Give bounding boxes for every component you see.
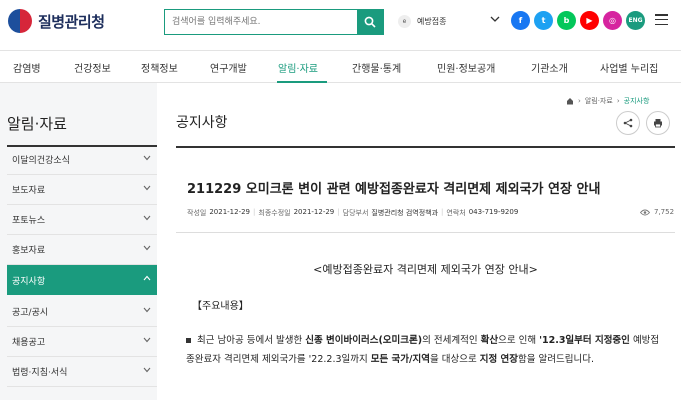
home-icon[interactable] — [566, 97, 574, 105]
nav-item[interactable]: 정책정보 — [141, 60, 178, 75]
nav-item[interactable]: 연구개발 — [210, 60, 247, 75]
share-icon — [623, 118, 633, 128]
site-select-dropdown[interactable]: e 예방접종 — [398, 9, 502, 33]
meta-label: 작성일 — [187, 209, 207, 217]
chevron-down-icon — [143, 245, 151, 251]
print-button[interactable] — [646, 111, 670, 135]
side-nav-item[interactable]: 포토뉴스 — [7, 205, 157, 235]
side-nav: 알림·자료 이달의건강소식 보도자료 포토뉴스 홍보자료 공지사항 공고/공시 … — [0, 83, 157, 400]
side-nav-item[interactable]: 보도자료 — [7, 175, 157, 205]
search-box — [164, 9, 384, 35]
blog-icon[interactable]: b — [557, 11, 576, 30]
facebook-icon[interactable]: f — [511, 11, 530, 30]
side-nav-item[interactable]: 이달의건강소식 — [7, 145, 157, 175]
chevron-down-icon — [143, 367, 151, 373]
twitter-icon[interactable]: t — [534, 11, 553, 30]
taegeuk-logo-icon — [8, 9, 32, 33]
summary-label: 【주요내용】 — [192, 301, 249, 312]
social-links: f t b ▶ ◎ ENG — [511, 11, 645, 30]
hamburger-menu-icon[interactable] — [655, 14, 668, 25]
meta-label: 연락처 — [446, 209, 466, 217]
meta-label: 담당부서 — [342, 209, 369, 217]
nav-item-active[interactable]: 알림·자료 — [278, 60, 318, 75]
eye-icon — [640, 209, 650, 215]
side-nav-label: 채용공고 — [12, 338, 46, 348]
side-nav-label: 보도자료 — [12, 186, 46, 196]
side-nav-item-active[interactable]: 공지사항 — [7, 265, 157, 295]
side-nav-item[interactable]: 홍보자료 — [7, 235, 157, 265]
side-nav-label: 공지사항 — [12, 276, 46, 287]
side-nav-label: 법령·지침·서식 — [12, 368, 68, 378]
side-nav-label: 홍보자료 — [12, 246, 46, 256]
page-title: 공지사항 — [176, 115, 228, 131]
side-nav-item[interactable]: 법령·지침·서식 — [7, 357, 157, 387]
chevron-down-icon — [143, 155, 151, 161]
nav-item[interactable]: 간행물·통계 — [352, 60, 401, 75]
side-nav-label: 공고/공시 — [12, 308, 49, 318]
chevron-up-icon — [143, 275, 151, 281]
breadcrumb: › 알림·자료 › 공지사항 — [566, 96, 649, 106]
chevron-down-icon — [143, 215, 151, 221]
nav-item[interactable]: 기관소개 — [531, 60, 568, 75]
site-logo[interactable]: 질병관리청 — [8, 9, 105, 33]
nav-item[interactable]: 사업별 누리집 — [600, 60, 658, 75]
notice-heading: <예방접종완료자 격리면제 제외국가 연장 안내> — [313, 263, 538, 276]
meta-dept: 질병관리청 검역정책과 — [371, 209, 439, 217]
breadcrumb-separator: › — [616, 97, 620, 105]
instagram-icon[interactable]: ◎ — [603, 11, 622, 30]
nav-item[interactable]: 감염병 — [13, 60, 41, 75]
breadcrumb-current[interactable]: 공지사항 — [624, 96, 650, 106]
meta-created: 2021-12-29 — [209, 208, 251, 216]
share-button[interactable] — [616, 111, 640, 135]
search-icon — [364, 16, 376, 28]
search-button[interactable] — [357, 10, 383, 34]
chevron-down-icon — [143, 337, 151, 343]
chevron-down-icon — [143, 307, 151, 313]
eng-button[interactable]: ENG — [626, 11, 645, 30]
breadcrumb-separator: › — [578, 97, 581, 105]
breadcrumb-item[interactable]: 알림·자료 — [585, 96, 613, 106]
view-count: 7,752 — [640, 208, 674, 216]
nav-active-indicator — [277, 81, 327, 83]
nav-item[interactable]: 민원·정보공개 — [437, 60, 495, 75]
meta-modified: 2021-12-29 — [293, 208, 335, 216]
site-select-icon: e — [398, 14, 411, 28]
meta-contact: 043-719-9209 — [468, 208, 519, 216]
chevron-down-icon — [490, 16, 500, 22]
content-top-divider — [176, 146, 675, 148]
youtube-icon[interactable]: ▶ — [580, 11, 599, 30]
chevron-down-icon — [143, 185, 151, 191]
nav-item[interactable]: 건강정보 — [74, 60, 111, 75]
meta-label: 최종수정일 — [258, 209, 291, 217]
view-count-value: 7,752 — [654, 208, 675, 216]
side-nav-item[interactable]: 공고/공시 — [7, 297, 157, 327]
site-select-value: 예방접종 — [417, 16, 447, 26]
bullet-icon — [186, 338, 191, 343]
print-icon — [654, 119, 662, 128]
post-title: 211229 오미크론 변이 관련 예방접종완료자 격리면제 제외국가 연장 안… — [187, 182, 601, 197]
side-nav-title: 알림·자료 — [7, 115, 67, 133]
side-nav-label: 포토뉴스 — [12, 216, 46, 226]
logo-text: 질병관리청 — [38, 12, 105, 31]
site-header: 질병관리청 e 예방접종 f t b ▶ ◎ ENG — [0, 0, 681, 45]
post-body: 최근 남아공 등에서 발생한 신종 변이바이러스(오미크론)의 전세계적인 확산… — [186, 335, 660, 365]
side-nav-item[interactable]: 채용공고 — [7, 327, 157, 357]
search-input[interactable] — [165, 10, 357, 34]
main-nav: 감염병 건강정보 정책정보 연구개발 알림·자료 간행물·통계 민원·정보공개 … — [0, 50, 681, 83]
side-nav-label: 이달의건강소식 — [12, 156, 70, 166]
post-meta: 작성일 2021-12-29 | 최종수정일 2021-12-29 | 담당부서… — [187, 208, 519, 217]
meta-divider — [176, 232, 675, 233]
